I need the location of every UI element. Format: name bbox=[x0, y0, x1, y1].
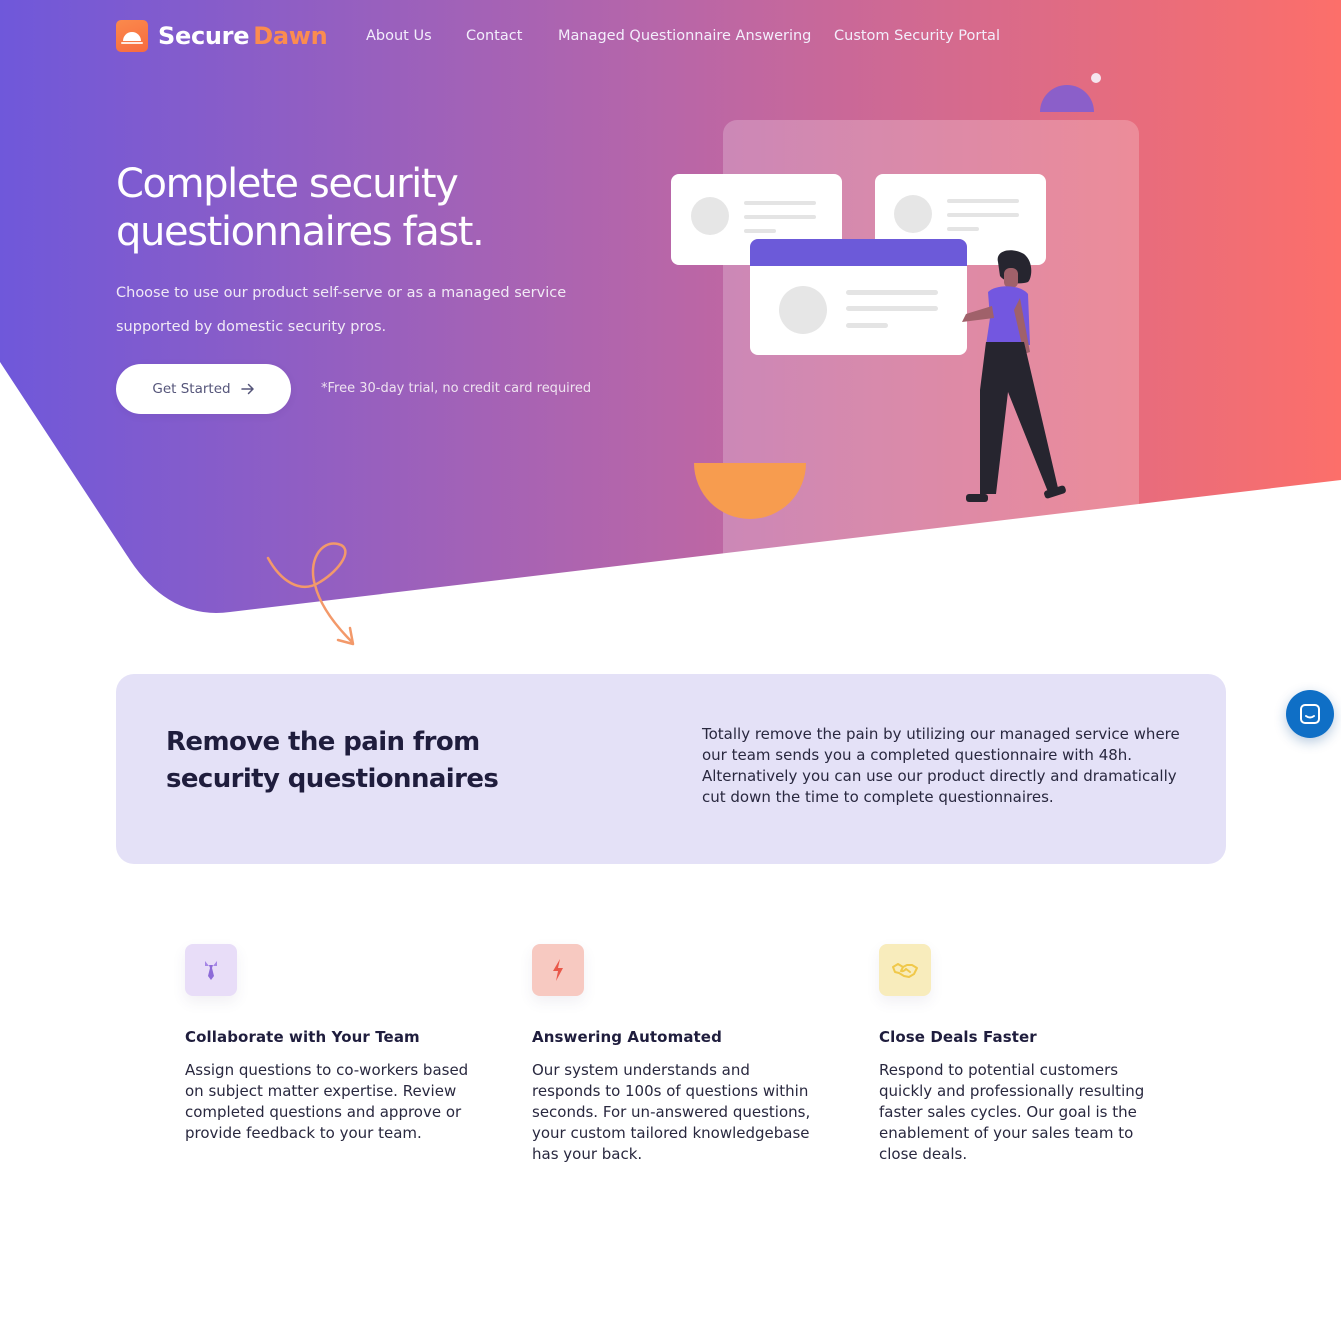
trial-note: *Free 30-day trial, no credit card requi… bbox=[321, 381, 592, 396]
feature-title: Collaborate with Your Team bbox=[185, 1028, 420, 1046]
hero-subtitle: Choose to use our product self-serve or … bbox=[116, 285, 567, 335]
feature-text: Our system understands and responds to 1… bbox=[532, 1061, 811, 1163]
feature-automated: Answering Automated Our system understan… bbox=[532, 944, 822, 1165]
intro-title: Remove the pain from security questionna… bbox=[166, 727, 499, 794]
get-started-button[interactable]: Get Started bbox=[116, 364, 291, 414]
top-navigation: Secure Dawn About Us Contact Managed Ques… bbox=[0, 0, 1341, 74]
feature-text: Respond to potential customers quickly a… bbox=[879, 1061, 1145, 1163]
nav-link-custom-security-portal[interactable]: Custom Security Portal bbox=[834, 28, 1000, 44]
brand-name: Secure Dawn bbox=[158, 22, 328, 50]
chat-button[interactable] bbox=[1286, 690, 1334, 738]
nav-link-managed-questionnaire-answering[interactable]: Managed Questionnaire Answering bbox=[558, 28, 811, 44]
intro-card: Remove the pain from security questionna… bbox=[116, 674, 1226, 864]
sunrise-icon bbox=[116, 20, 148, 52]
feature-collaborate: Collaborate with Your Team Assign questi… bbox=[185, 944, 475, 1144]
curly-arrow-decoration bbox=[266, 542, 355, 646]
brand-logo[interactable]: Secure Dawn bbox=[116, 20, 328, 52]
handshake-icon bbox=[879, 944, 931, 996]
feature-text: Assign questions to co-workers based on … bbox=[185, 1061, 469, 1142]
brand-name-part1: Secure bbox=[158, 22, 250, 50]
tie-icon bbox=[185, 944, 237, 996]
hero-illustration bbox=[671, 73, 1139, 600]
hero-title: Complete security questionnaires fast. bbox=[116, 161, 485, 255]
lightning-icon bbox=[532, 944, 584, 996]
nav-link-about-us[interactable]: About Us bbox=[366, 28, 432, 44]
feature-close-deals: Close Deals Faster Respond to potential … bbox=[879, 944, 1169, 1165]
chat-icon bbox=[1300, 704, 1320, 724]
brand-name-part2: Dawn bbox=[253, 22, 328, 50]
nav-link-contact[interactable]: Contact bbox=[466, 28, 522, 44]
arrow-right-icon bbox=[240, 383, 254, 395]
feature-title: Close Deals Faster bbox=[879, 1028, 1037, 1046]
feature-title: Answering Automated bbox=[532, 1028, 722, 1046]
get-started-label: Get Started bbox=[152, 381, 231, 397]
intro-text: Totally remove the pain by utilizing our… bbox=[702, 725, 1180, 806]
